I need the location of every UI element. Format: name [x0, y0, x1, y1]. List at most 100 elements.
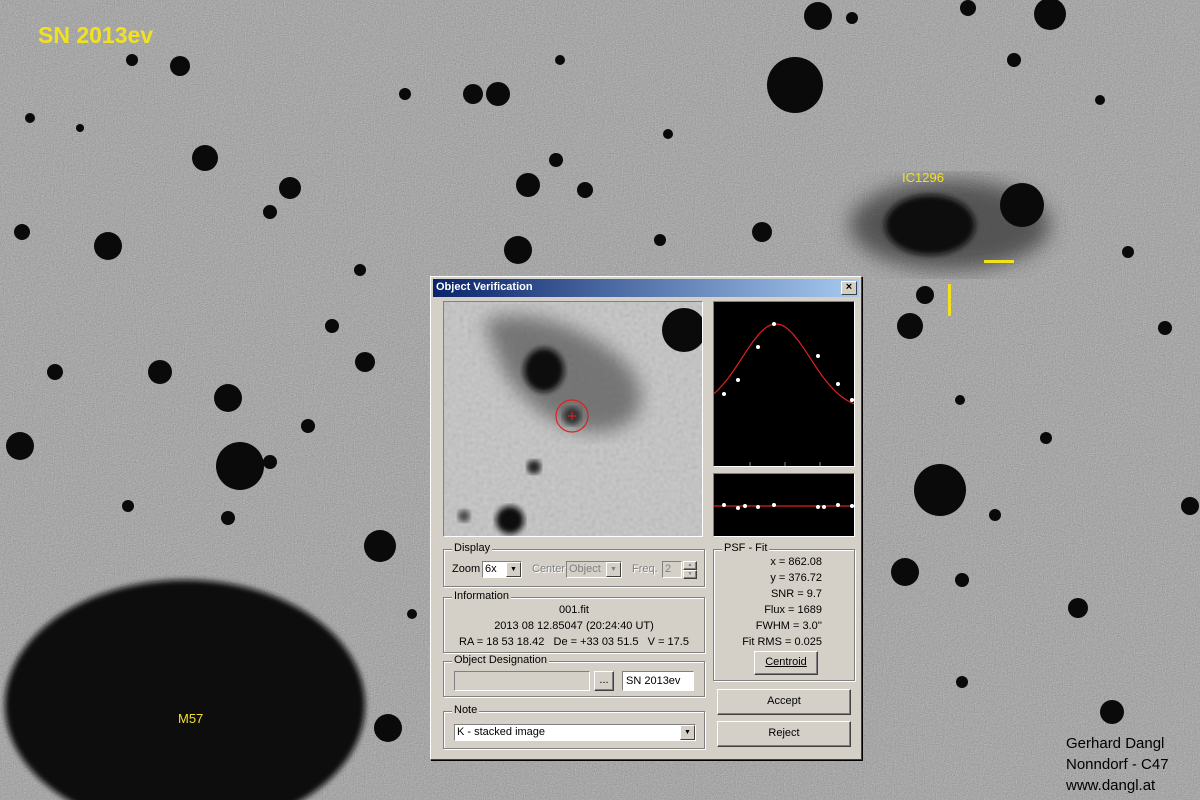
star — [47, 364, 63, 380]
object-name-field[interactable]: SN 2013ev — [622, 671, 694, 691]
credit-location: Nonndorf - C47 — [1066, 756, 1169, 773]
zoom-select-value: 6x — [485, 563, 497, 575]
star — [767, 57, 823, 113]
supernova-title: SN 2013ev — [38, 22, 154, 48]
star — [301, 419, 315, 433]
star — [486, 82, 510, 106]
centroid-button[interactable]: Centroid — [754, 651, 818, 675]
object-designation-group-title: Object Designation — [452, 654, 549, 666]
psf-flux: Flux = 1689 — [764, 604, 822, 616]
browse-button[interactable]: ... — [594, 671, 614, 691]
designation-input[interactable] — [454, 671, 590, 691]
note-group: Note K - stacked image ▼ — [443, 704, 705, 749]
psf-fwhm: FWHM = 3.0'' — [755, 620, 822, 632]
psf-sample-point — [850, 398, 854, 402]
center-select[interactable]: Object ▼ — [566, 561, 622, 578]
dialog-titlebar[interactable]: Object Verification × — [433, 279, 859, 297]
star — [354, 264, 366, 276]
star — [1068, 598, 1088, 618]
object-verification-dialog: Object Verification × Display Zoom 6x ▼ … — [430, 276, 862, 760]
psf-profile-plot — [713, 301, 855, 467]
star — [1158, 321, 1172, 335]
psf-sample-point — [756, 345, 760, 349]
center-label: Center — [532, 563, 566, 575]
object-name-value: SN 2013ev — [626, 675, 681, 687]
star — [804, 2, 832, 30]
star — [216, 442, 264, 490]
psf-sample-point — [836, 382, 840, 386]
freq-input[interactable]: 2 — [662, 561, 682, 578]
zoomed-object-view[interactable] — [443, 301, 703, 537]
note-select-value: K - stacked image — [457, 726, 546, 738]
star — [955, 573, 969, 587]
galaxy-label: IC1296 — [902, 170, 944, 185]
info-datetime: 2013 08 12.85047 (20:24:40 UT) — [494, 620, 654, 632]
chevron-down-icon[interactable]: ▼ — [506, 562, 521, 577]
star — [25, 113, 35, 123]
credit-website: www.dangl.at — [1066, 777, 1156, 794]
psf-fit-group: PSF - Fit x = 862.08 y = 376.72 SNR = 9.… — [713, 542, 855, 681]
star — [263, 455, 277, 469]
display-group-title: Display — [452, 542, 493, 554]
star — [122, 500, 134, 512]
reject-button[interactable]: Reject — [717, 721, 851, 747]
star — [374, 714, 402, 742]
browse-button-label: ... — [599, 674, 609, 686]
star — [263, 205, 277, 219]
star — [192, 145, 218, 171]
freq-input-value: 2 — [665, 563, 672, 575]
psf-fit-group-title: PSF - Fit — [722, 542, 770, 554]
star — [407, 609, 417, 619]
psf-fit-rms: Fit RMS = 0.025 — [742, 636, 822, 648]
nebula-label: M57 — [178, 711, 204, 726]
star — [663, 129, 673, 139]
star — [364, 530, 396, 562]
center-select-value: Object — [569, 563, 601, 575]
image-credit: Gerhard Dangl Nonndorf - C47 www.dangl.a… — [1066, 733, 1169, 796]
credit-author: Gerhard Dangl — [1066, 735, 1165, 752]
star — [1040, 432, 1052, 444]
close-button[interactable]: × — [841, 281, 857, 295]
star — [126, 54, 138, 66]
star — [1100, 700, 1124, 724]
star — [76, 124, 84, 132]
star — [504, 236, 532, 264]
star — [914, 464, 966, 516]
psf-sample-point — [772, 322, 776, 326]
star — [279, 177, 301, 199]
psf-sample-point — [736, 378, 740, 382]
freq-down-button[interactable]: ▼ — [683, 570, 697, 579]
information-group-title: Information — [452, 590, 512, 602]
star — [846, 12, 858, 24]
star — [94, 232, 122, 260]
star — [955, 395, 965, 405]
zoom-label: Zoom — [452, 563, 481, 575]
star — [654, 234, 666, 246]
star — [916, 286, 934, 304]
star — [752, 222, 772, 242]
star — [956, 676, 968, 688]
chevron-down-icon[interactable]: ▼ — [680, 725, 695, 740]
information-group: Information 001.fit 2013 08 12.85047 (20… — [443, 590, 705, 653]
star — [1095, 95, 1105, 105]
info-coordinates: RA = 18 53 18.42 De = +33 03 51.5 V = 17… — [459, 636, 689, 648]
zoom-select[interactable]: 6x ▼ — [482, 561, 522, 578]
star — [989, 509, 1001, 521]
star — [960, 0, 976, 16]
freq-up-button[interactable]: ▲ — [683, 561, 697, 570]
dialog-title: Object Verification — [436, 281, 533, 293]
star — [214, 384, 242, 412]
accept-button-label: Accept — [767, 695, 801, 707]
star — [891, 558, 919, 586]
accept-button[interactable]: Accept — [717, 689, 851, 715]
chevron-down-icon[interactable]: ▼ — [606, 562, 621, 577]
star — [897, 313, 923, 339]
star — [555, 55, 565, 65]
star — [516, 173, 540, 197]
star — [355, 352, 375, 372]
psf-snr: SNR = 9.7 — [770, 588, 822, 600]
star — [549, 153, 563, 167]
note-select[interactable]: K - stacked image ▼ — [454, 724, 696, 741]
star — [325, 319, 339, 333]
star — [1007, 53, 1021, 67]
